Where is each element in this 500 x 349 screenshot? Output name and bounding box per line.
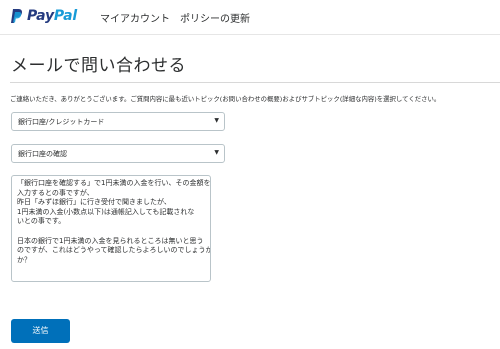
message-line <box>17 227 205 237</box>
page-title: メールで問い合わせる <box>11 56 186 76</box>
subtopic-select[interactable]: 銀行口座の確認 ▼ <box>11 144 225 163</box>
chevron-down-icon: ▼ <box>214 149 219 156</box>
message-line: 入力するとの事ですが、 <box>17 188 94 197</box>
message-line: 日本の銀行で1円未満の入金を見られるところは無いと思う <box>17 236 204 245</box>
message-line: 昨日「みずほ銀行」に行き受付で聞きましたが、 <box>17 198 171 207</box>
paypal-logo[interactable]: PayPal <box>10 8 77 24</box>
topic-select[interactable]: 銀行口座/クレジットカード ▼ <box>11 112 225 131</box>
message-line: いとの事です。 <box>17 217 66 226</box>
nav-policy-updates[interactable]: ポリシーの更新 <box>180 10 250 25</box>
message-line: のですが、これはどうやって確認したらよろしいのでしょうか <box>17 246 211 255</box>
paypal-wordmark: PayPal <box>27 8 77 24</box>
topic-select-value: 銀行口座/クレジットカード <box>18 118 105 126</box>
subtopic-select-value: 銀行口座の確認 <box>18 150 67 158</box>
chevron-down-icon: ▼ <box>214 117 219 124</box>
paypal-p-icon <box>11 9 23 23</box>
submit-button[interactable]: 送信 <box>11 319 70 343</box>
instruction-text: ご連絡いただき、ありがとうございます。ご質問内容に最も近いトピック(お問い合わせ… <box>10 95 441 103</box>
message-line: 「銀行口座を確認する」で1円未満の入金を行い、その金額を <box>17 179 211 187</box>
message-textarea[interactable]: 「銀行口座を確認する」で1円未満の入金を行い、その金額を 入力するとの事ですが、… <box>11 175 211 282</box>
title-divider <box>10 82 500 83</box>
message-line: か？ <box>17 255 31 264</box>
message-line: 1円未満の入金(小数点以下)は通帳記入しても記載されな <box>17 207 195 216</box>
nav-my-account[interactable]: マイアカウント <box>100 10 170 25</box>
site-header: PayPal マイアカウント ポリシーの更新 <box>0 0 500 35</box>
